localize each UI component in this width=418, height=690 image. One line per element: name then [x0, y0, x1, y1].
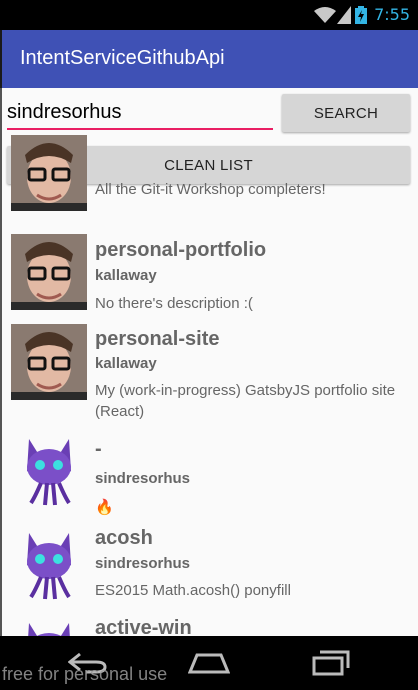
sindresorhus-avatar — [11, 525, 87, 601]
repo-owner: kallaway — [95, 267, 157, 284]
list-item[interactable]: acosh sindresorhus ES2015 Math.acosh() p… — [2, 515, 418, 605]
kallaway-avatar — [11, 135, 87, 211]
battery-icon — [355, 6, 367, 24]
list-item[interactable]: - sindresorhus 🔥 — [2, 421, 418, 516]
recents-icon[interactable] — [312, 650, 350, 676]
search-button[interactable]: SEARCH — [282, 94, 410, 132]
list-item[interactable]: personal-site kallaway My (work-in-progr… — [2, 311, 418, 421]
kallaway-avatar — [11, 234, 87, 310]
status-bar: 7:55 — [0, 0, 418, 30]
signal-icon — [337, 6, 351, 24]
watermark: free for personal use — [2, 664, 168, 684]
repo-description: All the Git-it Workshop completers! — [95, 181, 326, 198]
app-title: IntentServiceGithubApi — [20, 47, 225, 69]
status-time: 7:55 — [374, 5, 410, 24]
app-bar: IntentServiceGithubApi — [2, 30, 418, 88]
repo-name: personal-site — [95, 328, 220, 350]
home-icon[interactable] — [188, 652, 230, 674]
list-item[interactable]: active-win — [2, 605, 418, 636]
repo-name: acosh — [95, 527, 153, 549]
list-item[interactable]: personal-portfolio kallaway No there's d… — [2, 221, 418, 312]
repo-description: ES2015 Math.acosh() ponyfill — [95, 582, 291, 599]
repo-name: active-win — [95, 617, 192, 636]
main-content: SEARCH CLEAN LIST All the Git-it Worksho… — [2, 88, 418, 636]
search-input[interactable] — [7, 96, 273, 130]
repo-owner: sindresorhus — [95, 470, 191, 487]
repo-owner: sindresorhus — [95, 555, 191, 572]
wifi-icon — [314, 7, 336, 23]
sindresorhus-avatar — [11, 431, 87, 507]
repo-owner: kallaway — [95, 355, 157, 372]
repo-name: - — [95, 438, 102, 460]
list-item[interactable]: All the Git-it Workshop completers! — [2, 135, 418, 211]
sindresorhus-avatar — [11, 615, 87, 636]
kallaway-avatar — [11, 324, 87, 400]
repo-name: personal-portfolio — [95, 239, 267, 261]
repo-description: My (work-in-progress) GatsbyJS portfolio… — [95, 382, 396, 420]
